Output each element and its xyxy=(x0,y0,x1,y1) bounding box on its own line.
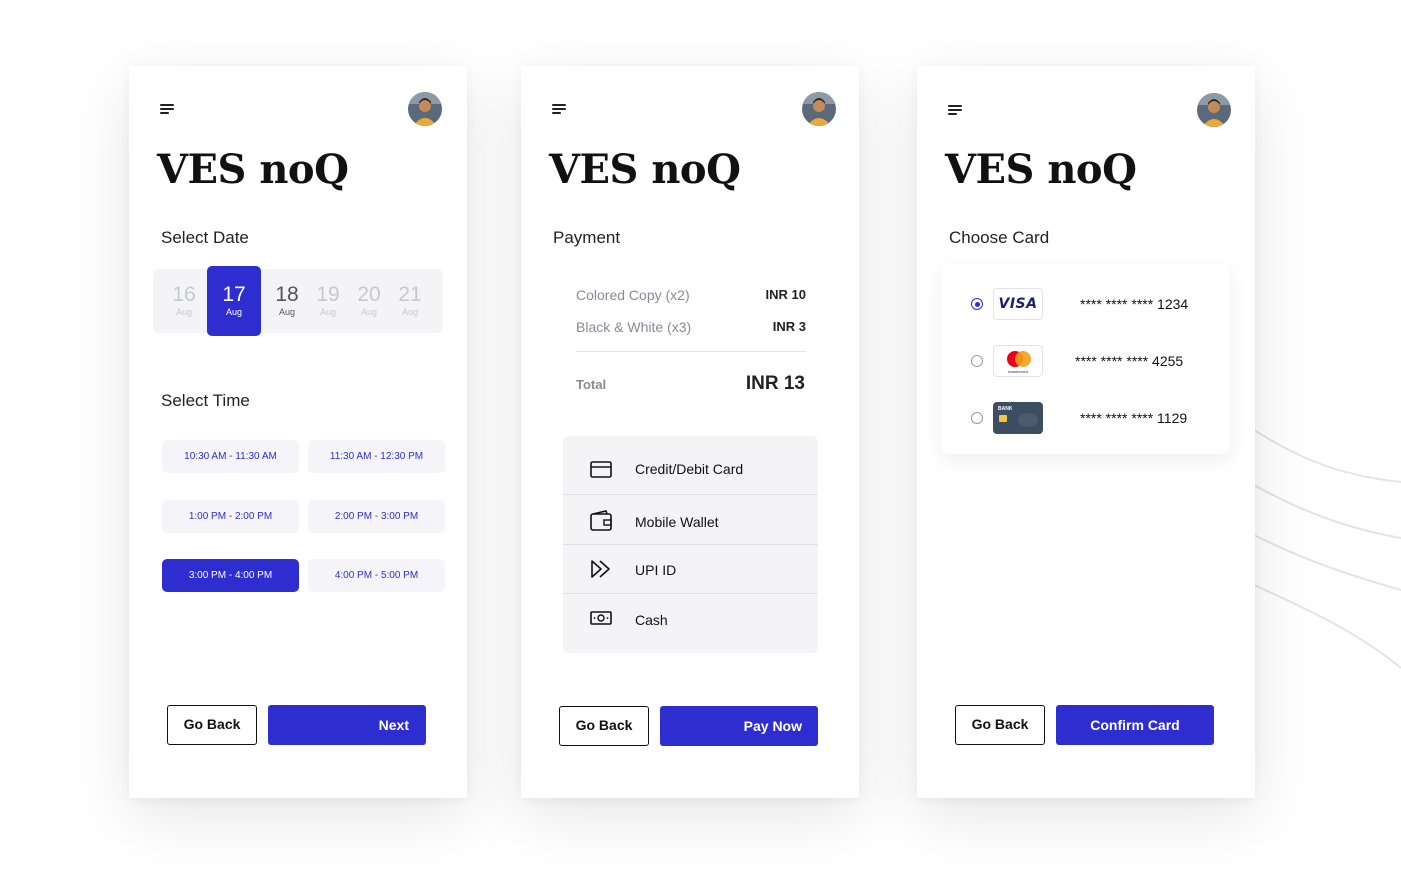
bill-line-item: Colored Copy (x2) INR 10 xyxy=(576,287,806,303)
item-amount: INR 10 xyxy=(765,287,806,302)
saved-card-bank[interactable]: BANK **** **** **** 1129 xyxy=(941,398,1230,438)
card-radio[interactable] xyxy=(971,412,983,424)
payment-heading: Payment xyxy=(553,228,621,247)
pay-now-button[interactable]: Pay Now xyxy=(660,706,818,746)
upi-icon xyxy=(591,560,610,578)
card-number: **** **** **** 1129 xyxy=(1080,410,1188,426)
cash-icon xyxy=(590,611,612,625)
total-label: Total xyxy=(576,377,607,392)
date-option[interactable]: 16 Aug xyxy=(158,269,210,333)
saved-card-mastercard[interactable]: mastercard **** **** **** 4255 xyxy=(941,341,1230,381)
date-picker: 16 Aug 17 Aug 18 Aug 19 Aug 20 Aug 21 Aug xyxy=(153,266,443,336)
bank-card-logo: BANK xyxy=(993,402,1043,434)
app-title: VES noQ xyxy=(157,146,349,193)
select-time-heading: Select Time xyxy=(161,391,250,410)
go-back-button[interactable]: Go Back xyxy=(955,705,1045,745)
time-slot-selected[interactable]: 3:00 PM - 4:00 PM xyxy=(162,559,299,592)
time-slot[interactable]: 11:30 AM - 12:30 PM xyxy=(308,440,445,473)
card-number: **** **** **** 1234 xyxy=(1080,296,1189,312)
method-label: Credit/Debit Card xyxy=(635,461,744,477)
date-option[interactable]: 21 Aug xyxy=(384,269,436,333)
payment-method-cash[interactable]: Cash xyxy=(563,594,818,653)
card-number: **** **** **** 4255 xyxy=(1075,353,1184,369)
go-back-button[interactable]: Go Back xyxy=(167,705,257,745)
choose-card-screen: VES noQ Choose Card VISA **** **** **** … xyxy=(917,66,1255,798)
method-label: Mobile Wallet xyxy=(635,514,719,530)
payment-method-card[interactable]: Credit/Debit Card xyxy=(563,436,818,494)
mastercard-logo: mastercard xyxy=(993,345,1043,377)
payment-methods-list: Credit/Debit Card Mobile Wallet UPI ID C… xyxy=(563,436,818,653)
saved-card-visa[interactable]: VISA **** **** **** 1234 xyxy=(941,284,1230,324)
divider xyxy=(576,351,806,352)
avatar[interactable] xyxy=(802,92,836,126)
decorative-waves xyxy=(1254,429,1401,669)
time-slot[interactable]: 1:00 PM - 2:00 PM xyxy=(162,500,299,533)
item-label: Colored Copy (x2) xyxy=(576,287,690,303)
card-radio-selected[interactable] xyxy=(971,298,983,310)
item-amount: INR 3 xyxy=(772,319,806,334)
payment-method-upi[interactable]: UPI ID xyxy=(563,545,818,593)
date-time-screen: VES noQ Select Date 16 Aug 17 Aug 18 Aug 19… xyxy=(129,66,467,798)
wallet-icon xyxy=(590,510,612,531)
time-slot[interactable]: 10:30 AM - 11:30 AM xyxy=(162,440,299,473)
bill-line-item: Black & White (x3) INR 3 xyxy=(576,319,806,335)
go-back-button[interactable]: Go Back xyxy=(559,706,649,746)
payment-screen: VES noQ Payment Colored Copy (x2) INR 10… xyxy=(521,66,859,798)
date-option-selected[interactable]: 17 Aug xyxy=(207,266,261,336)
time-slot[interactable]: 2:00 PM - 3:00 PM xyxy=(308,500,445,533)
app-title: VES noQ xyxy=(549,146,741,193)
credit-card-icon xyxy=(590,461,612,478)
method-label: UPI ID xyxy=(635,562,677,578)
choose-card-heading: Choose Card xyxy=(949,228,1050,247)
card-radio[interactable] xyxy=(971,355,983,367)
time-slot[interactable]: 4:00 PM - 5:00 PM xyxy=(308,559,445,592)
avatar[interactable] xyxy=(1197,93,1231,127)
payment-method-wallet[interactable]: Mobile Wallet xyxy=(563,495,818,544)
visa-logo: VISA xyxy=(993,288,1043,320)
menu-icon[interactable] xyxy=(948,104,964,116)
item-label: Black & White (x3) xyxy=(576,319,692,335)
next-button[interactable]: Next xyxy=(268,705,426,745)
avatar[interactable] xyxy=(408,92,442,126)
saved-cards-panel: VISA **** **** **** 1234 mastercard ****… xyxy=(941,264,1230,454)
menu-icon[interactable] xyxy=(160,103,176,115)
method-label: Cash xyxy=(635,612,668,628)
confirm-card-button[interactable]: Confirm Card xyxy=(1056,705,1214,745)
app-title: VES noQ xyxy=(945,146,1137,193)
menu-icon[interactable] xyxy=(552,103,568,115)
total-value: INR 13 xyxy=(745,373,805,394)
select-date-heading: Select Date xyxy=(161,228,249,247)
